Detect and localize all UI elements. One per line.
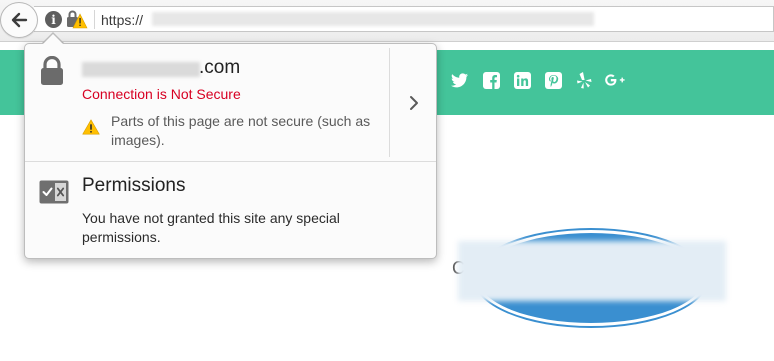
site-identity-panel: .com Connection is Not Secure Parts of t… — [24, 43, 437, 259]
security-details-button[interactable] — [390, 44, 437, 161]
domain-redacted — [82, 62, 200, 77]
info-icon[interactable]: i — [45, 11, 62, 28]
mixed-content-text: Parts of this page are not secure (such … — [111, 113, 371, 148]
connection-status: Connection is Not Secure — [82, 86, 241, 102]
yelp-icon[interactable] — [574, 70, 594, 90]
site-logo-redacted — [458, 241, 726, 301]
permissions-description: You have not granted this site any speci… — [82, 210, 340, 245]
back-button[interactable] — [0, 2, 38, 38]
permissions-section: Permissions You have not granted this si… — [25, 162, 436, 258]
chevron-right-icon — [409, 95, 418, 110]
domain-suffix: .com — [199, 57, 241, 78]
url-redacted — [152, 12, 594, 26]
linkedin-icon[interactable] — [512, 70, 532, 90]
url-separator — [94, 10, 95, 29]
security-section[interactable]: .com Connection is Not Secure Parts of t… — [25, 44, 389, 161]
url-scheme[interactable]: https:// — [101, 12, 143, 28]
permissions-icon — [39, 180, 69, 204]
lock-icon — [41, 56, 63, 85]
lock-warning-icon[interactable] — [66, 9, 88, 29]
pinterest-icon[interactable] — [543, 70, 563, 90]
panel-arrow — [43, 34, 63, 44]
social-icons — [450, 70, 625, 90]
facebook-icon[interactable] — [481, 70, 501, 90]
google-plus-icon[interactable] — [605, 70, 625, 90]
twitter-icon[interactable] — [450, 70, 470, 90]
warning-icon — [82, 119, 100, 135]
permissions-title: Permissions — [82, 175, 186, 196]
back-arrow-icon — [11, 12, 28, 28]
